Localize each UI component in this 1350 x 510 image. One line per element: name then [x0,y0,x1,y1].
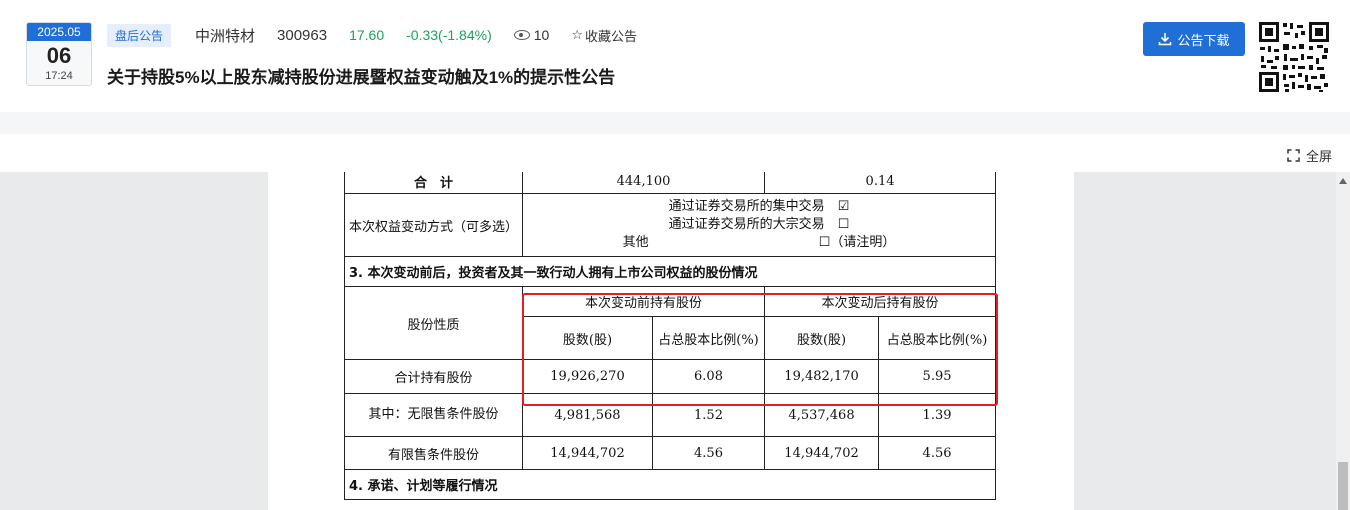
viewer-toolbar: 全屏 [0,134,1350,172]
checkbox-checked-icon: ☑ [837,199,850,214]
fullscreen-label: 全屏 [1305,149,1332,164]
announcement-type-tag: 盘后公告 [107,23,172,47]
after-shares: 14,944,702 [764,436,880,470]
row-label: 其中：无限售条件股份 [344,393,523,437]
stock-meta-row: 盘后公告 中洲特材 300963 17.60 -0.33(-1.84%) 10 … [107,23,637,47]
col-ratio-header: 占总股本比例(%) [878,316,997,360]
star-icon: ☆ [571,27,583,42]
before-shares: 14,944,702 [522,436,653,470]
table-row: 4. 承诺、计划等履行情况 [343,469,997,500]
download-label: 公告下载 [1177,32,1230,48]
before-shares: 19,926,270 [522,359,653,394]
total-label: 合 计 [344,172,523,194]
table-row: 其中：无限售条件股份 4,981,568 1.52 4,537,468 1.39 [344,393,997,437]
viewer-margin-left [0,172,268,510]
stock-name-link[interactable]: 中洲特材 [195,25,255,46]
after-change-header: 本次变动后持有股份 [764,286,997,317]
table-row: 合 计 444,100 0.14 [344,172,997,194]
total-ratio: 0.14 [764,172,997,194]
after-shares: 4,537,468 [764,393,880,437]
equity-change-table: 合 计 444,100 0.14 本次权益变动方式（可多选） 通过证券交易所的集… [343,172,997,500]
before-ratio: 6.08 [651,359,766,394]
date-badge: 2025.05 06 17:24 [26,22,92,86]
table-row: 本次权益变动方式（可多选） 通过证券交易所的集中交易 ☑ 通过证券交易所的大宗交… [344,193,997,257]
eye-icon [513,30,530,40]
vertical-scrollbar[interactable] [1336,172,1350,510]
checkbox-empty-icon: ☐（请注明） [818,235,896,250]
announcement-title: 关于持股5%以上股东减持股份进展暨权益变动触及1%的提示性公告 [107,68,616,87]
viewer-margin-right [1074,172,1336,510]
view-count-value: 10 [533,27,550,43]
list-item: 通过证券交易所的大宗交易 ☐ [668,217,850,232]
after-ratio: 5.95 [878,359,997,394]
col-shares-header: 股数(股) [764,316,880,360]
after-shares: 19,482,170 [764,359,880,394]
date-day: 06 [46,43,72,68]
before-change-header: 本次变动前持有股份 [521,286,766,317]
method-label: 本次权益变动方式（可多选） [344,193,523,257]
checkbox-empty-icon: ☐ [837,217,850,232]
list-item: 通过证券交易所的集中交易 ☑ [668,199,850,214]
download-button[interactable]: 公告下载 [1143,22,1245,56]
scroll-thumb[interactable] [1338,462,1348,510]
col-shares-header: 股数(股) [522,316,653,360]
announcement-header: 2025.05 06 17:24 盘后公告 中洲特材 300963 17.60 … [0,0,1350,112]
view-count: 10 [513,27,550,43]
fullscreen-icon [1287,149,1300,162]
stock-price: 17.60 [349,27,385,43]
table-row: 3. 本次变动前后，投资者及其一致行动人拥有上市公司权益的股份情况 [343,256,997,287]
list-item: 其他 ☐（请注明） [622,235,896,250]
row-label: 合计持有股份 [344,359,523,394]
section-4-title: 4. 承诺、计划等履行情况 [343,469,997,500]
row-label: 有限售条件股份 [344,436,523,470]
before-ratio: 4.56 [651,436,766,470]
document-viewer[interactable]: 合 计 444,100 0.14 本次权益变动方式（可多选） 通过证券交易所的集… [0,172,1350,510]
after-ratio: 4.56 [878,436,997,470]
before-shares: 4,981,568 [522,393,653,437]
before-ratio: 1.52 [651,393,766,437]
method-options: 通过证券交易所的集中交易 ☑ 通过证券交易所的大宗交易 ☐ 其他 ☐（请注明） [521,193,997,257]
col-ratio-header: 占总股本比例(%) [651,316,766,360]
header-separator [0,112,1350,134]
table-row: 有限售条件股份 14,944,702 4.56 14,944,702 4.56 [344,436,997,470]
favorite-label: 收藏公告 [584,28,637,44]
total-shares: 444,100 [521,172,766,194]
fullscreen-button[interactable]: 全屏 [1287,146,1332,165]
after-ratio: 1.39 [878,393,997,437]
scroll-up-arrow-icon[interactable] [1339,178,1347,184]
stock-code: 300963 [277,26,328,44]
share-nature-header: 股份性质 [344,286,523,360]
date-year-month: 2025.05 [27,23,91,41]
qr-code-icon [1257,20,1331,94]
download-icon [1159,33,1172,46]
date-time: 17:24 [45,70,73,82]
stock-change: -0.33(-1.84%) [406,27,492,43]
favorite-button[interactable]: ☆ 收藏公告 [571,26,637,45]
section-3-title: 3. 本次变动前后，投资者及其一致行动人拥有上市公司权益的股份情况 [343,256,997,287]
table-row: 股份性质 本次变动前持有股份 本次变动后持有股份 [344,286,997,360]
table-row: 合计持有股份 19,926,270 6.08 19,482,170 5.95 [344,359,997,394]
